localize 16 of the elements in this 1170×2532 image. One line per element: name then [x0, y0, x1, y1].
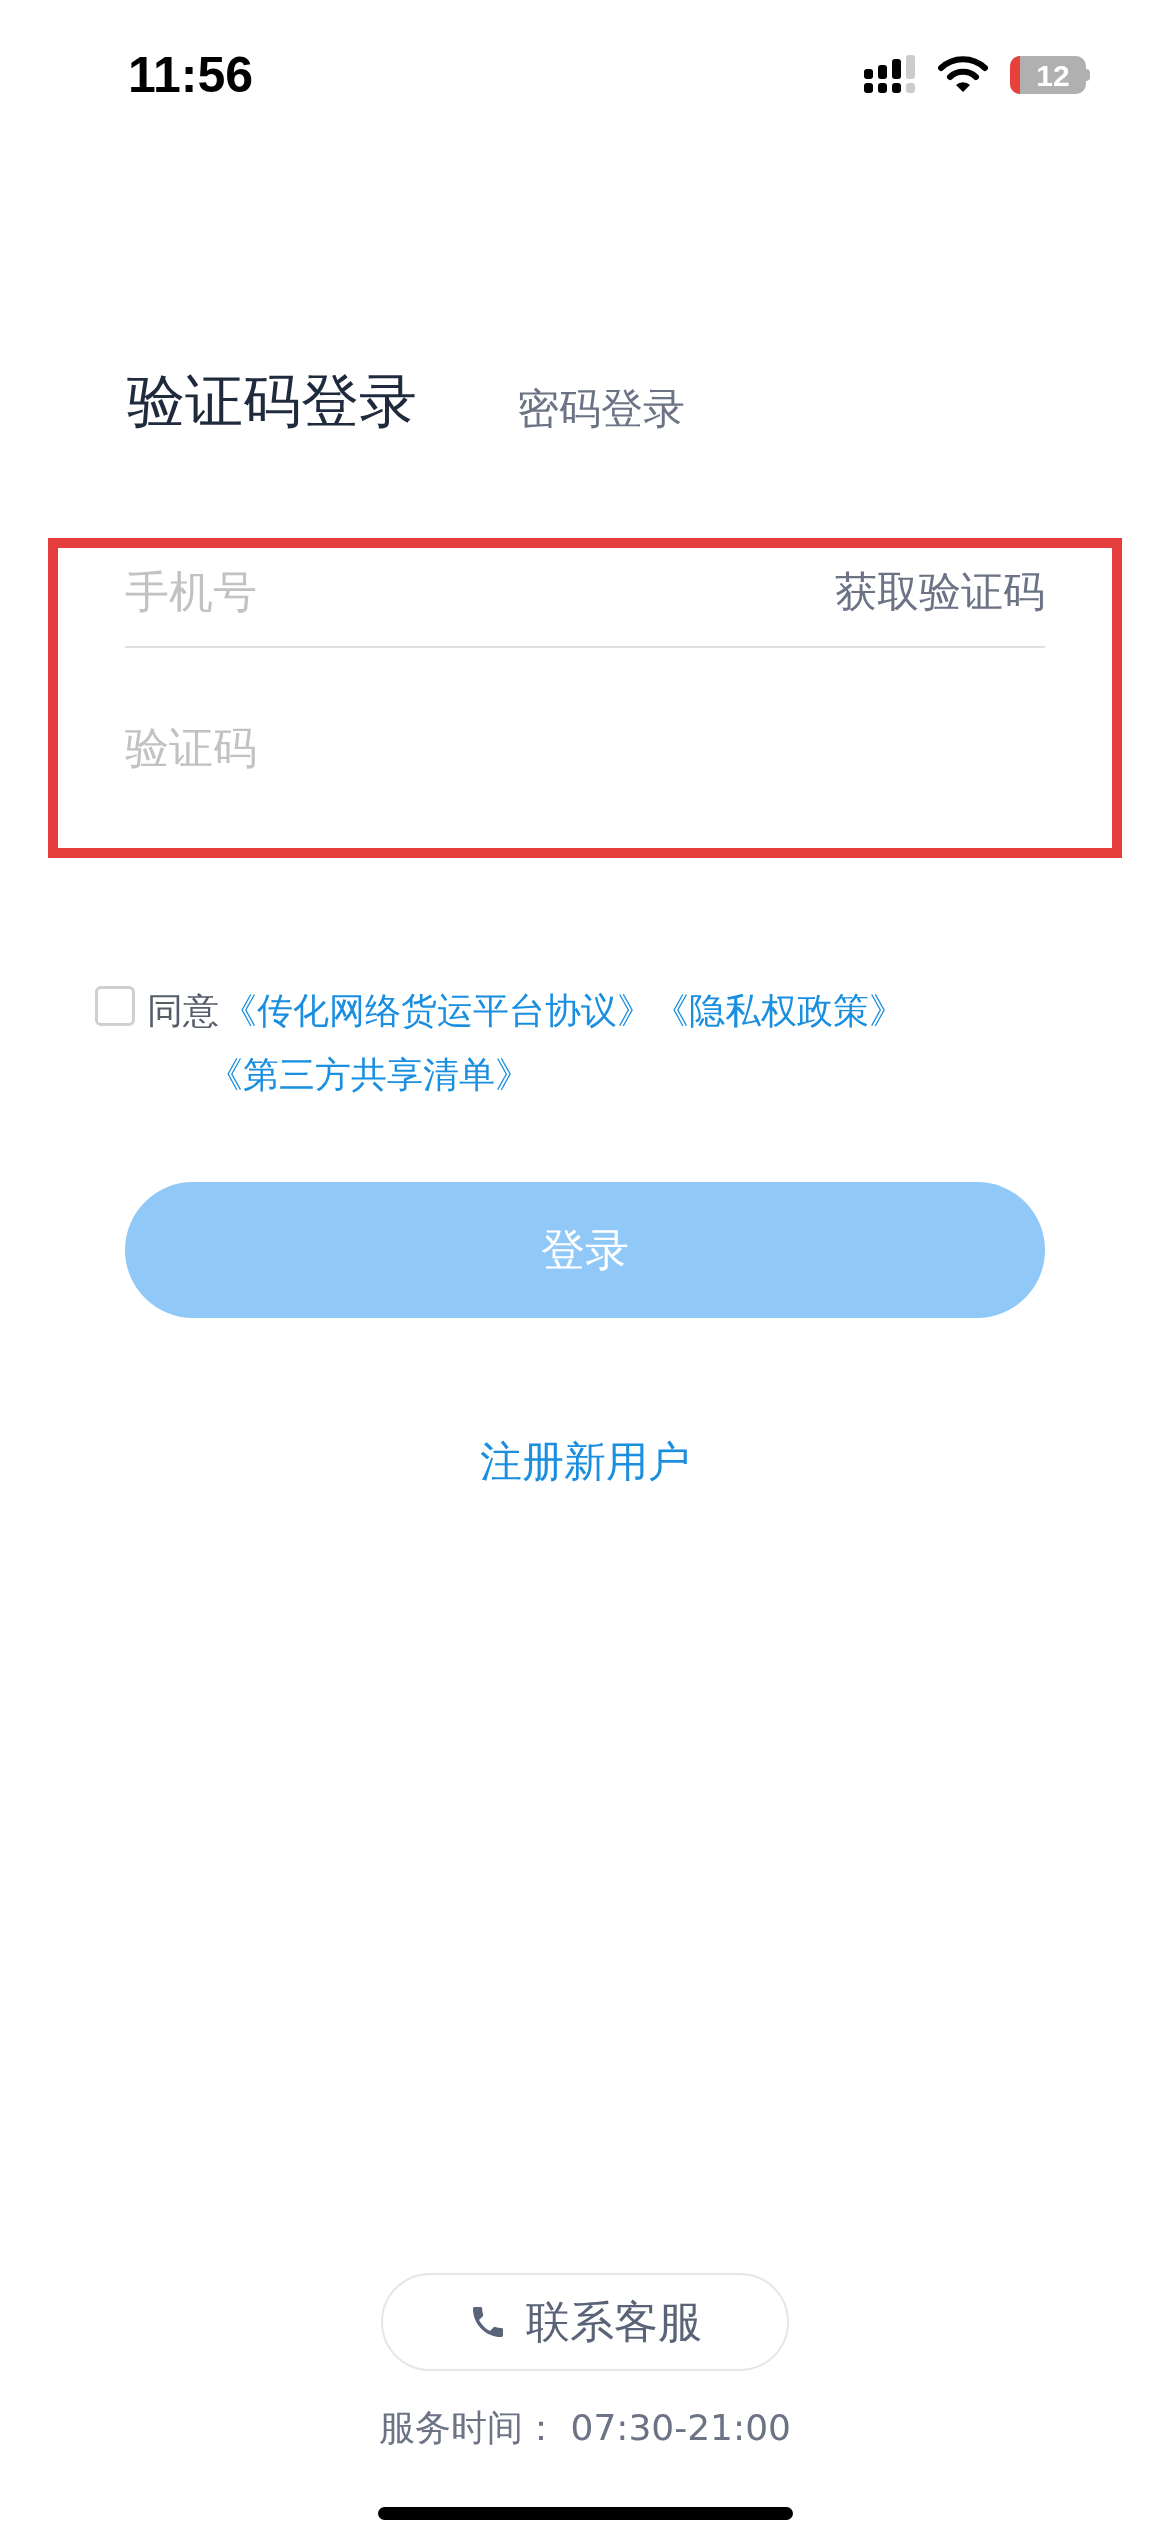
signal-icon [864, 55, 916, 95]
wifi-icon [938, 56, 988, 94]
contact-support-button[interactable]: 联系客服 [381, 2273, 789, 2371]
service-hours: 服务时间： 07:30-21:00 [379, 2406, 791, 2450]
policy-link[interactable]: 《传化网络货运平台协议》 [221, 983, 653, 1038]
phone-field[interactable]: 手机号 [125, 558, 625, 625]
policy-link[interactable]: 《隐私权政策》 [653, 983, 905, 1038]
agreement-checkbox[interactable] [95, 985, 135, 1026]
policy-link[interactable]: 《第三方共享清单》 [207, 1047, 531, 1102]
register-link[interactable]: 注册新用户 [480, 1429, 690, 1493]
status-time: 11:56 [128, 45, 254, 105]
get-code-link[interactable]: 获取验证码 [835, 560, 1045, 623]
login-tab[interactable]: 密码登录 [517, 383, 685, 438]
login-tab[interactable]: 验证码登录 [127, 365, 417, 438]
code-field[interactable]: 验证码 [125, 714, 725, 781]
agree-label: 同意 [147, 988, 219, 1033]
